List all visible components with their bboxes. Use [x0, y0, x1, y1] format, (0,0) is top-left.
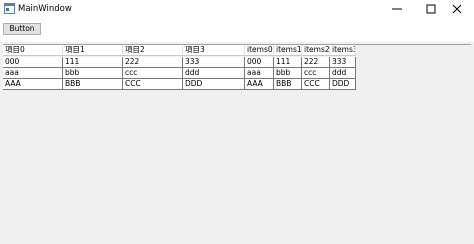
column-header[interactable]: items0	[245, 45, 274, 56]
table-cell[interactable]: AAA	[245, 79, 274, 90]
table-cell[interactable]: aaa	[3, 68, 63, 79]
close-button[interactable]	[440, 0, 474, 18]
table-cell[interactable]: 222	[302, 57, 330, 68]
table-cell[interactable]: ddd	[330, 68, 356, 79]
table-cell[interactable]: BBB	[63, 79, 123, 90]
button[interactable]: Button	[3, 23, 41, 35]
column-header[interactable]: 項目2	[123, 45, 183, 56]
column-header[interactable]: 項目1	[63, 45, 123, 56]
table-row[interactable]: AAA BBB CCC DDD AAA BBB CCC DDD	[3, 79, 356, 90]
table-cell[interactable]: 222	[123, 57, 183, 68]
close-icon	[452, 4, 462, 14]
table-cell[interactable]: ccc	[302, 68, 330, 79]
minimize-icon	[392, 8, 402, 10]
table-cell[interactable]: 111	[63, 57, 123, 68]
table-cell[interactable]: bbb	[274, 68, 302, 79]
column-header[interactable]: items1	[274, 45, 302, 56]
table-cell[interactable]: CCC	[123, 79, 183, 90]
table-cell[interactable]: bbb	[63, 68, 123, 79]
table-cell[interactable]: DDD	[330, 79, 356, 90]
table-row[interactable]: 000 111 222 333 000 111 222 333	[3, 57, 356, 68]
toolbar: Button	[0, 20, 474, 42]
table-cell[interactable]: 111	[274, 57, 302, 68]
minimize-button[interactable]	[380, 0, 414, 18]
table-cell[interactable]: 000	[245, 57, 274, 68]
table-cell[interactable]: CCC	[302, 79, 330, 90]
grid-header-row: 項目0 項目1 項目2 項目3 items0 items1 items2 ite…	[3, 45, 356, 56]
column-header[interactable]: items3	[330, 45, 356, 56]
table-row[interactable]: aaa bbb ccc ddd aaa bbb ccc ddd	[3, 68, 356, 79]
table-cell[interactable]: 333	[183, 57, 245, 68]
column-header[interactable]: 項目0	[3, 45, 63, 56]
table-cell[interactable]: AAA	[3, 79, 63, 90]
app-window-icon	[4, 3, 15, 14]
title-bar[interactable]: MainWindow	[0, 0, 474, 20]
table-cell[interactable]: 333	[330, 57, 356, 68]
table-cell[interactable]: BBB	[274, 79, 302, 90]
table-cell[interactable]: ddd	[183, 68, 245, 79]
data-grid[interactable]: 項目0 項目1 項目2 項目3 items0 items1 items2 ite…	[3, 44, 471, 240]
table-cell[interactable]: ccc	[123, 68, 183, 79]
table-cell[interactable]: DDD	[183, 79, 245, 90]
window-title: MainWindow	[18, 4, 72, 14]
column-header[interactable]: 項目3	[183, 45, 245, 56]
column-header[interactable]: items2	[302, 45, 330, 56]
table-cell[interactable]: aaa	[245, 68, 274, 79]
table-cell[interactable]: 000	[3, 57, 63, 68]
main-window: MainWindow Button 項目0 項目1 項目2 項目3 items0…	[0, 0, 474, 244]
maximize-icon	[426, 4, 436, 14]
